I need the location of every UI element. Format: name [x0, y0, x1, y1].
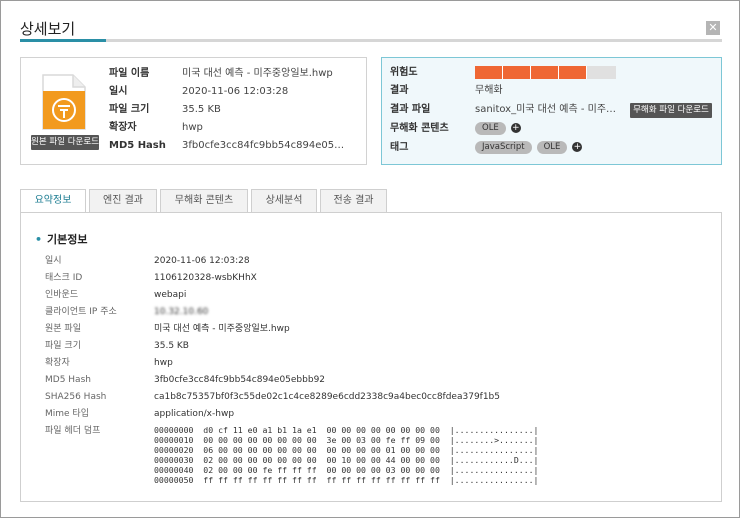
tags-row: 태그 JavaScript OLE +: [390, 140, 583, 154]
date-row: 일시 2020-11-06 12:03:28: [109, 86, 289, 97]
risk-segment: [503, 66, 531, 79]
risk-segment: [531, 66, 559, 79]
hex-line: 00000010 00 00 00 00 00 00 00 00 3e 00 0…: [154, 435, 539, 445]
sanitized-content-row: 무해화 콘텐츠 OLE +: [390, 121, 521, 135]
risk-segment: [475, 66, 503, 79]
modal-title: 상세보기: [20, 20, 76, 38]
tab-summary[interactable]: 요약정보: [20, 189, 86, 214]
tag-javascript: JavaScript: [475, 140, 532, 154]
tab-sanitized-content[interactable]: 무해화 콘텐츠: [160, 189, 248, 213]
hex-line: 00000020 06 00 00 00 00 00 00 00 00 00 0…: [154, 445, 539, 455]
section-title: • 기본정보: [35, 233, 88, 246]
risk-level-bar: [475, 66, 616, 79]
tab-detail-analysis[interactable]: 상세분석: [251, 189, 317, 213]
file-summary-panel: 원본 파일 다운로드 파일 이름 미국 대선 예측 - 미주중앙일보.hwp 일시…: [20, 57, 367, 165]
risk-segment: [559, 66, 587, 79]
title-divider: [20, 39, 722, 42]
tag-ole: OLE: [536, 140, 568, 154]
hex-line: 00000030 02 00 00 00 00 00 00 00 00 10 0…: [154, 455, 539, 465]
file-size-row: 파일 크기 35.5 KB: [109, 104, 221, 115]
result-row: 결과 무해화: [390, 85, 503, 96]
add-icon[interactable]: +: [572, 142, 583, 152]
add-icon[interactable]: +: [510, 123, 521, 133]
hex-line: 00000040 02 00 00 00 fe ff ff ff 00 00 0…: [154, 465, 539, 475]
hex-line: 00000050 ff ff ff ff ff ff ff ff ff ff f…: [154, 475, 539, 485]
hex-line: 00000000 d0 cf 11 e0 a1 b1 1a e1 00 00 0…: [154, 425, 539, 435]
risk-level-row: 위험도: [390, 67, 418, 78]
md5-row: MD5 Hash3fb0cfe3cc84fc9bb54c894e05ebbb92: [109, 140, 348, 151]
file-name-row: 파일 이름 미국 대선 예측 - 미주중앙일보.hwp: [109, 68, 333, 79]
summary-content: • 기본정보 일시 2020-11-06 12:03:28 태스크 ID 110612…: [20, 212, 722, 502]
hwp-file-icon: [41, 73, 87, 131]
sanitized-download-button[interactable]: 무해화 파일 다운로드: [630, 103, 712, 118]
detail-modal: 상세보기 ✕ 원본 파일 다운로드 파일 이름 미국 대선 예측 - 미주중앙일보…: [0, 0, 740, 518]
tab-engine-results[interactable]: 엔진 결과: [89, 189, 157, 213]
extension-row: 확장자 hwp: [109, 122, 203, 133]
close-icon[interactable]: ✕: [706, 21, 720, 35]
tab-transfer-results[interactable]: 전송 결과: [320, 189, 387, 213]
tag-ole: OLE: [475, 121, 506, 135]
original-download-button[interactable]: 원본 파일 다운로드: [31, 135, 99, 150]
hex-dump: 00000000 d0 cf 11 e0 a1 b1 1a e1 00 00 0…: [154, 425, 539, 485]
risk-panel: 위험도 결과무해화 결과 파일sanitox_미국 대선 예측 - 미주중앙일보…: [381, 57, 722, 165]
result-file-row: 결과 파일sanitox_미국 대선 예측 - 미주중앙일보.hwp: [390, 104, 621, 115]
